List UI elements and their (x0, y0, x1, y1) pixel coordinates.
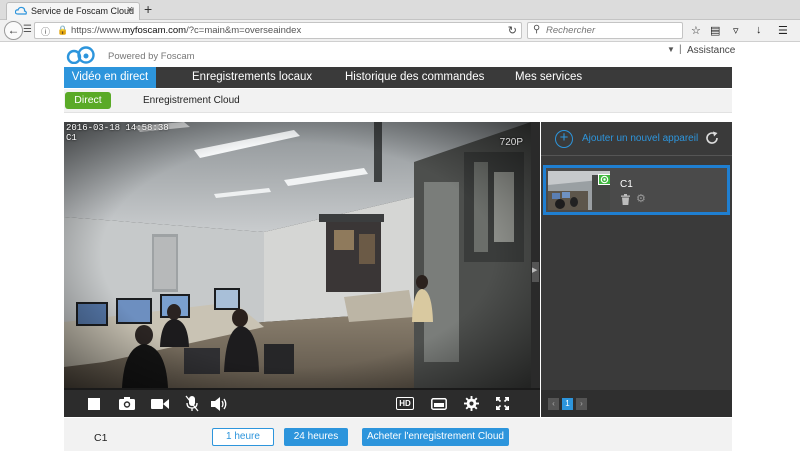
header-separator: | (679, 44, 682, 55)
url-text[interactable]: https://www.myfoscam.com/?c=main&m=overs… (71, 25, 301, 36)
stop-button[interactable] (86, 395, 102, 412)
nav-tab-live-video[interactable]: Vidéo en direct (64, 67, 156, 88)
tab-title: Service de Foscam Cloud (31, 6, 135, 16)
foscam-cloud-favicon-icon (15, 6, 27, 15)
menu-hamburger-icon[interactable]: ☰ (778, 24, 788, 37)
tab-close-icon[interactable]: × (127, 4, 133, 16)
twenty-four-hours-button[interactable]: 24 heures (284, 428, 348, 446)
reload-icon[interactable]: ↻ (508, 24, 517, 37)
pocket-icon[interactable]: ▿ (733, 24, 739, 37)
address-bar[interactable]: ⓘ 🔒 https://www.myfoscam.com/?c=main&m=o… (34, 22, 522, 39)
record-video-icon (151, 398, 169, 409)
video-timestamp: 2016-03-18 14:58:38 (66, 123, 169, 133)
device-panel: + Ajouter un nouvel appareil C1 ⚙ ‹ 1 › (541, 122, 732, 417)
download-icon[interactable]: ↓ (756, 24, 762, 36)
sub-navigation: Direct Enregistrement Cloud (64, 89, 732, 113)
live-video-feed[interactable]: 2016-03-18 14:58:38 C1 720P (64, 122, 531, 388)
add-device-icon[interactable]: + (555, 130, 573, 148)
speaker-button[interactable] (210, 395, 228, 412)
subtab-direct[interactable]: Direct (65, 92, 111, 109)
url-host: myfoscam.com (122, 25, 187, 36)
office-camera-scene (64, 122, 531, 388)
chevron-right-icon[interactable]: ▶ (532, 266, 537, 274)
trash-icon[interactable] (620, 194, 631, 205)
search-icon: ⚲ (533, 24, 541, 35)
search-input[interactable] (546, 24, 676, 37)
foscam-cloud-logo-icon[interactable] (64, 46, 104, 64)
reading-list-icon[interactable]: ▤ (710, 24, 720, 37)
pager-page-1[interactable]: 1 (562, 398, 573, 410)
search-box[interactable]: ⚲ (527, 22, 683, 39)
settings-gear-icon (463, 396, 479, 411)
video-player: 2016-03-18 14:58:38 C1 720P ▶ HD (64, 122, 540, 417)
panel-collapse-handle[interactable]: ▶ (531, 122, 540, 388)
video-camera-label: C1 (66, 133, 77, 143)
hd-icon: HD (396, 397, 414, 410)
pager-prev-button[interactable]: ‹ (548, 398, 559, 410)
lock-icon[interactable]: 🔒 (57, 25, 68, 36)
device-panel-header: + Ajouter un nouvel appareil (541, 122, 732, 156)
nav-tab-my-services[interactable]: Mes services (515, 67, 582, 88)
nav-tab-order-history[interactable]: Historique des commandes (345, 67, 484, 88)
hd-button[interactable]: HD (396, 395, 414, 412)
assistance-link[interactable]: Assistance (687, 45, 735, 56)
site-identity-icon[interactable]: ☰ (23, 24, 32, 35)
add-device-link[interactable]: Ajouter un nouvel appareil (582, 133, 698, 144)
pager-next-button[interactable]: › (576, 398, 587, 410)
cloud-recording-bar: C1 1 heure 24 heures Acheter l'enregistr… (64, 418, 732, 451)
aspect-ratio-icon (431, 397, 447, 410)
main-navigation: Vidéo en direct Enregistrements locaux H… (64, 67, 732, 88)
device-pager: ‹ 1 › (541, 390, 732, 417)
chevron-down-icon[interactable]: ▼ (667, 45, 675, 54)
record-button[interactable] (150, 395, 170, 412)
snapshot-camera-icon (119, 397, 135, 410)
online-status-icon (598, 174, 610, 185)
microphone-button[interactable] (184, 395, 200, 412)
video-resolution: 720P (499, 137, 523, 148)
one-hour-button[interactable]: 1 heure (212, 428, 274, 446)
aspect-ratio-button[interactable] (430, 395, 448, 412)
device-thumbnail[interactable] (548, 171, 610, 210)
refresh-icon[interactable] (704, 130, 720, 146)
device-settings-gear-icon[interactable]: ⚙ (636, 194, 646, 205)
video-control-bar: HD (64, 390, 540, 417)
powered-by-text: Powered by Foscam (108, 51, 195, 62)
bookmark-star-icon[interactable]: ☆ (691, 24, 701, 37)
info-icon[interactable]: ⓘ (41, 25, 50, 38)
back-arrow-icon[interactable]: ← (4, 21, 23, 40)
device-name: C1 (620, 179, 633, 190)
browser-nav-bar: ← ☰ ⓘ 🔒 https://www.myfoscam.com/?c=main… (0, 20, 800, 42)
microphone-muted-icon (185, 395, 199, 412)
stop-icon (88, 397, 100, 410)
nav-tab-local-recordings[interactable]: Enregistrements locaux (192, 67, 312, 88)
settings-button[interactable] (462, 395, 480, 412)
fullscreen-icon (495, 397, 509, 410)
buy-cloud-recording-button[interactable]: Acheter l'enregistrement Cloud (362, 428, 509, 446)
selected-camera-label: C1 (94, 432, 108, 444)
browser-tab[interactable]: Service de Foscam Cloud × (6, 2, 140, 20)
device-card-c1[interactable]: C1 ⚙ (543, 165, 730, 215)
new-tab-button[interactable]: + (144, 1, 152, 17)
snapshot-button[interactable] (118, 395, 136, 412)
browser-tab-bar: Service de Foscam Cloud × + (0, 0, 800, 20)
subtab-cloud-recording[interactable]: Enregistrement Cloud (143, 95, 240, 106)
fullscreen-button[interactable] (494, 395, 510, 412)
speaker-icon (210, 396, 226, 411)
